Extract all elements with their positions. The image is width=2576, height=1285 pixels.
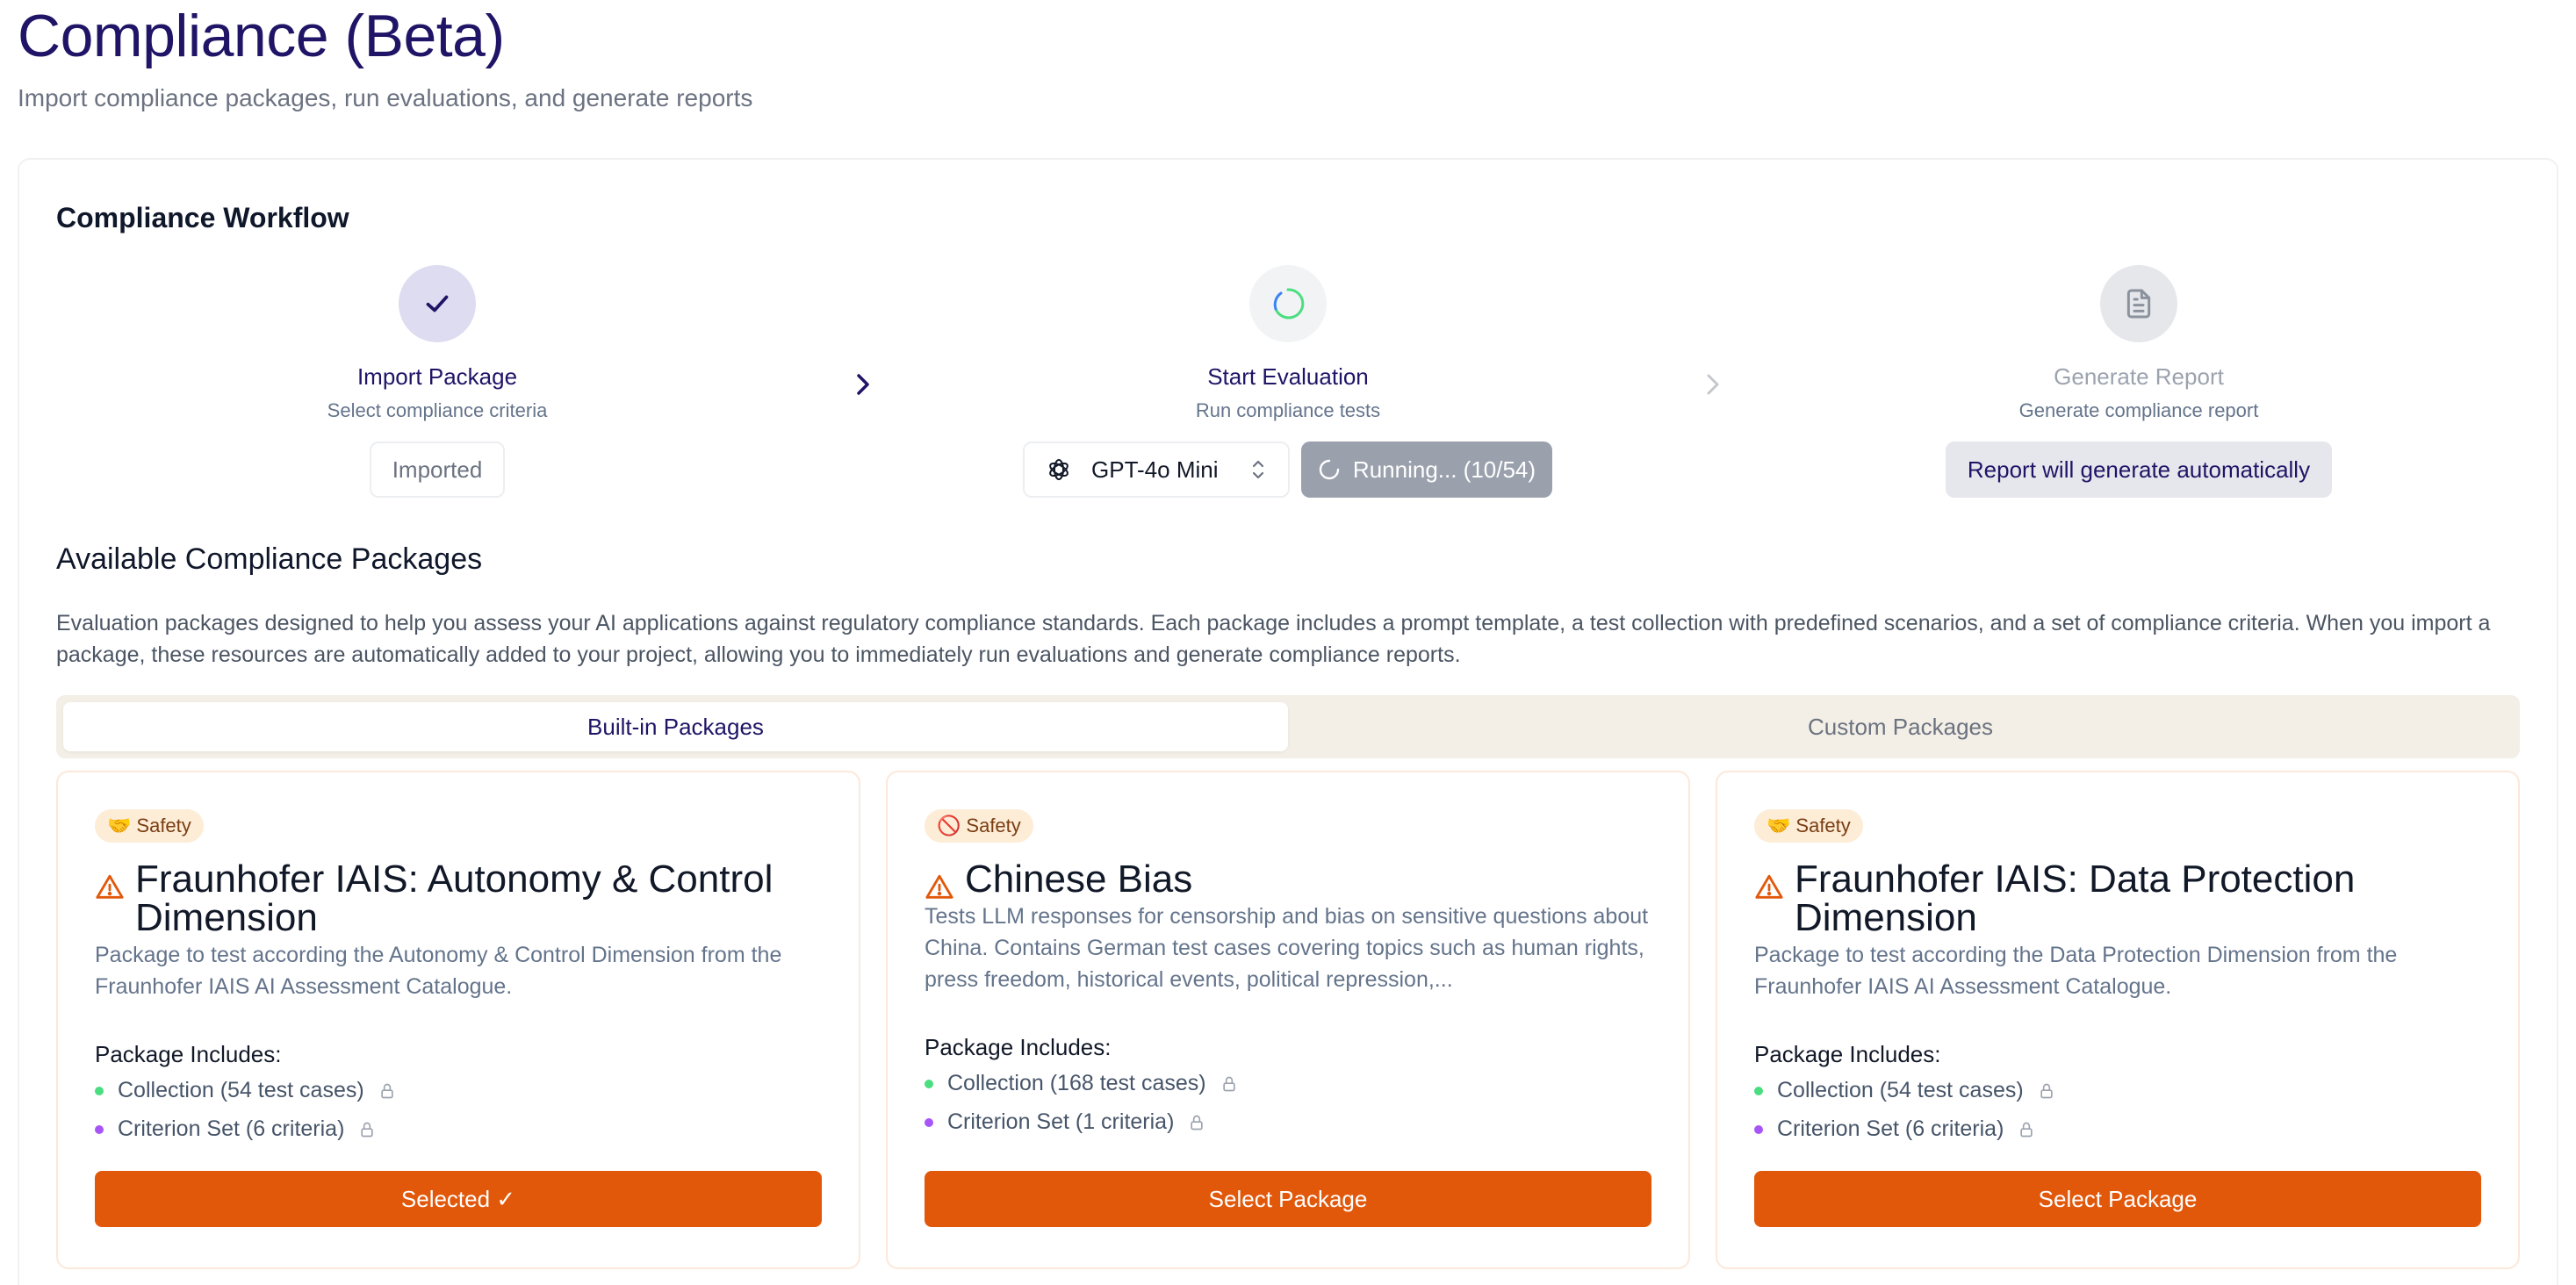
workflow-step-import: Import Package Select compliance criteri… [209,265,666,422]
lock-icon [2020,1122,2033,1137]
criterion-label: Criterion Set (6 criteria) [1777,1116,2004,1141]
category-tag-label: Safety [1795,815,1851,836]
criterion-item: Criterion Set (6 criteria) [1754,1116,2035,1142]
step-label: Generate Report [2054,363,2224,390]
package-includes-label: Package Includes: [95,1041,282,1067]
collection-label: Collection (54 test cases) [1777,1078,2024,1102]
warning-icon [925,874,953,899]
category-tag-label: Safety [966,815,1021,836]
package-includes-label: Package Includes: [1754,1041,1941,1067]
chevron-right-icon [1703,367,1724,411]
warning-icon [1755,874,1783,899]
green-dot-icon [95,1086,104,1095]
package-includes-label: Package Includes: [925,1034,1112,1060]
lock-icon [381,1083,393,1098]
category-tag: 🤝 Safety [95,809,204,843]
packages-description: Evaluation packages designed to help you… [56,611,2491,667]
step-description: Generate compliance report [2018,399,2259,421]
handshake-icon: 🤝 [1767,815,1791,836]
package-tabs: Built-in Packages Custom Packages [56,695,2520,758]
imported-badge: Imported [370,441,505,498]
collection-item: Collection (168 test cases) [925,1071,1238,1096]
criterion-label: Criterion Set (6 criteria) [118,1116,345,1141]
tab-custom-packages[interactable]: Custom Packages [1288,702,2513,751]
step-done-circle [399,265,476,342]
category-tag: 🤝 Safety [1754,809,1863,843]
lock-icon [361,1122,374,1137]
purple-dot-icon [95,1124,104,1134]
tab-built-in-packages[interactable]: Built-in Packages [63,702,1288,751]
green-dot-icon [1754,1086,1763,1095]
select-package-button[interactable]: Select Package [1754,1171,2481,1227]
collection-label: Collection (54 test cases) [118,1078,364,1102]
package-card: 🤝 Safety Fraunhofer IAIS: Data Protectio… [1716,771,2520,1269]
running-evaluation-button[interactable]: Running... (10/54) [1301,441,1552,498]
package-title: Fraunhofer IAIS: Data Protection Dimensi… [1795,858,2356,939]
model-select[interactable]: GPT-4o Mini [1023,441,1290,498]
workflow-step-evaluation: Start Evaluation Run compliance tests [1060,265,1516,422]
purple-dot-icon [1754,1124,1763,1134]
prohibited-icon: 🚫 [937,815,961,836]
package-card: 🚫 Safety Chinese Bias Tests LLM response… [886,771,1690,1269]
lock-icon [1222,1076,1235,1091]
collection-item: Collection (54 test cases) [95,1078,396,1103]
category-tag-label: Safety [136,815,191,836]
step-label: Start Evaluation [1207,363,1369,390]
openai-logo-icon [1049,459,1069,480]
handshake-icon: 🤝 [107,815,132,836]
step-pending-circle [2100,265,2177,342]
collection-item: Collection (54 test cases) [1754,1078,2055,1103]
package-description: Tests LLM responses for censorship and b… [925,904,1649,992]
chevron-right-icon [853,367,874,411]
loading-spinner-icon [1319,459,1340,480]
chevron-up-down-icon [1252,460,1264,479]
selected-package-button[interactable]: Selected ✓ [95,1171,822,1227]
step-description: Select compliance criteria [327,399,548,421]
package-description: Package to test according the Data Prote… [1754,943,2398,999]
step-running-circle [1249,265,1327,342]
workflow-title: Compliance Workflow [56,202,349,233]
page-title: Compliance (Beta) [18,3,505,69]
package-title: Chinese Bias [965,858,1193,901]
spinner-icon [1273,288,1305,319]
collection-label: Collection (168 test cases) [947,1071,1206,1095]
document-icon [2126,289,2151,319]
packages-title: Available Compliance Packages [56,542,483,576]
lock-icon [2040,1083,2053,1098]
package-title: Fraunhofer IAIS: Autonomy & Control Dime… [135,858,774,939]
purple-dot-icon [925,1117,933,1127]
report-status-button[interactable]: Report will generate automatically [1946,441,2332,498]
category-tag: 🚫 Safety [925,809,1033,843]
criterion-label: Criterion Set (1 criteria) [947,1109,1175,1134]
lock-icon [1191,1115,1204,1130]
running-label: Running... (10/54) [1352,456,1536,483]
step-label: Import Package [356,363,518,390]
step-description: Run compliance tests [1195,399,1381,421]
select-package-button[interactable]: Select Package [925,1171,1651,1227]
green-dot-icon [925,1079,933,1088]
package-description: Package to test according the Autonomy &… [95,943,782,999]
page-subtitle: Import compliance packages, run evaluati… [18,84,753,111]
package-card: 🤝 Safety Fraunhofer IAIS: Autonomy & Con… [56,771,860,1269]
criterion-item: Criterion Set (1 criteria) [925,1109,1205,1135]
model-select-value: GPT-4o Mini [1091,456,1219,483]
criterion-item: Criterion Set (6 criteria) [95,1116,376,1142]
workflow-step-report: Generate Report Generate compliance repo… [1910,265,2367,422]
warning-icon [96,874,124,899]
check-icon [426,295,449,312]
